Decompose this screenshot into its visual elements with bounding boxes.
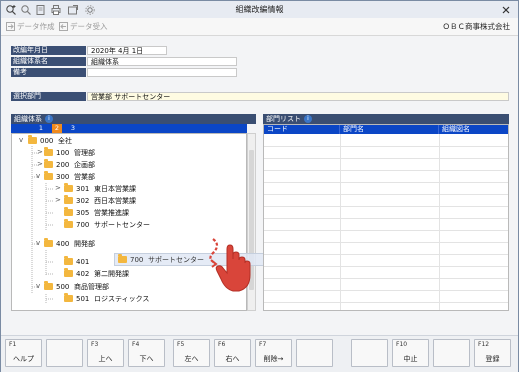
- menu-data-receive[interactable]: データ受入: [70, 21, 108, 32]
- date-label: 改編年月日: [11, 46, 86, 55]
- tree-node-selected[interactable]: 700 サポートセンター: [64, 218, 150, 231]
- tree-node[interactable]: 301 東日本営業課: [64, 182, 136, 195]
- expand-chevron-icon[interactable]: >: [37, 160, 43, 168]
- f7-delete-button[interactable]: F7 削除→: [255, 339, 292, 367]
- system-label: 組織体系名: [11, 57, 86, 66]
- row-divider: [264, 278, 508, 279]
- f12-register-button[interactable]: F12 登録: [474, 339, 511, 367]
- column-divider: [340, 134, 341, 310]
- folder-icon: [44, 170, 53, 180]
- data-create-icon: [6, 22, 15, 31]
- dept-list-header: 部門リスト i: [263, 114, 509, 124]
- folder-icon: [28, 134, 37, 144]
- row-divider: [264, 170, 508, 171]
- folder-icon: [44, 237, 53, 247]
- folder-icon: [44, 280, 53, 290]
- dept-list-title: 部門リスト: [266, 115, 301, 123]
- f4-down-button[interactable]: F4 下へ: [128, 339, 165, 367]
- row-divider: [264, 266, 508, 267]
- row-divider: [264, 302, 508, 303]
- tree-node[interactable]: 400 開発部: [44, 237, 95, 250]
- collapse-chevron-icon[interactable]: v: [36, 282, 40, 290]
- expand-chevron-icon[interactable]: >: [55, 196, 61, 204]
- level-tabs: 1 2 3: [11, 124, 247, 133]
- f8-empty-button[interactable]: [296, 339, 333, 367]
- tree-node[interactable]: 305 営業推進課: [64, 206, 129, 219]
- folder-icon: [64, 182, 73, 192]
- row-divider: [264, 146, 508, 147]
- tab-level-3[interactable]: 3: [68, 124, 78, 133]
- note-field[interactable]: [87, 68, 237, 77]
- company-name: ＯＢＣ商事株式会社: [442, 22, 511, 31]
- selected-dept-field: 営業部 サポートセンター: [87, 92, 509, 101]
- row-divider: [264, 290, 508, 291]
- row-divider: [264, 194, 508, 195]
- system-name-field[interactable]: 組織体系: [87, 57, 237, 66]
- folder-icon: [64, 194, 73, 204]
- tree-node[interactable]: 401: [64, 255, 94, 268]
- drag-hand-cursor-icon: [209, 238, 251, 292]
- tree-node[interactable]: 501 ロジスティックス: [64, 292, 149, 305]
- menu-bar: データ作成 データ受入 ＯＢＣ商事株式会社: [1, 18, 518, 36]
- tree-node[interactable]: 100 管理部: [44, 146, 95, 159]
- dept-label: 選択部門: [11, 92, 86, 101]
- f9-empty-button[interactable]: [351, 339, 388, 367]
- tree-node[interactable]: 000 全社: [28, 134, 72, 147]
- f3-up-button[interactable]: F3 上へ: [87, 339, 124, 367]
- f2-empty-button[interactable]: [46, 339, 83, 367]
- app-window: 組織改編情報 データ作成 データ受入 ＯＢＣ商事株式会社 改編年月日 2020年…: [0, 0, 519, 372]
- function-key-bar: F1 ヘルプ F3 上へ F4 下へ F5 左へ F6 右へ F7 削除→ F10 中止 F1…: [1, 335, 518, 372]
- info-icon[interactable]: i: [45, 115, 53, 123]
- tree-node[interactable]: 300 営業部: [44, 170, 95, 183]
- close-icon[interactable]: [500, 4, 512, 16]
- row-divider: [264, 242, 508, 243]
- title-bar: 組織改編情報: [1, 1, 518, 19]
- row-divider: [264, 158, 508, 159]
- column-header-dept-name[interactable]: 部門名: [340, 125, 439, 134]
- dept-list-table: コード 部門名 組織図名: [263, 124, 509, 311]
- folder-icon: [118, 253, 127, 263]
- tree-node[interactable]: 500 商品管理部: [44, 280, 109, 293]
- folder-icon: [44, 146, 53, 156]
- f1-help-button[interactable]: F1 ヘルプ: [5, 339, 42, 367]
- column-header-chart-name[interactable]: 組織図名: [439, 125, 508, 134]
- tree-panel-title: 組織体系: [14, 115, 42, 123]
- row-divider: [264, 218, 508, 219]
- tree-panel-header: 組織体系 i: [11, 114, 256, 124]
- folder-icon: [64, 292, 73, 302]
- tree-node[interactable]: 302 西日本営業課: [64, 194, 136, 207]
- note-label: 備考: [11, 68, 86, 77]
- window-title: 組織改編情報: [235, 5, 284, 14]
- f11-empty-button[interactable]: [433, 339, 470, 367]
- menu-data-create[interactable]: データ作成: [17, 21, 55, 32]
- row-divider: [264, 206, 508, 207]
- tab-level-1[interactable]: 1: [36, 124, 46, 133]
- folder-icon: [64, 206, 73, 216]
- row-divider: [264, 230, 508, 231]
- tree-node[interactable]: 200 企画部: [44, 158, 95, 171]
- column-divider: [439, 134, 440, 310]
- data-receive-icon: [59, 22, 68, 31]
- row-divider: [264, 182, 508, 183]
- date-field[interactable]: 2020年 4月 1日: [87, 46, 167, 55]
- collapse-chevron-icon[interactable]: v: [19, 136, 23, 144]
- collapse-chevron-icon[interactable]: v: [36, 239, 40, 247]
- info-icon[interactable]: i: [304, 115, 312, 123]
- folder-icon: [64, 267, 73, 277]
- f6-right-button[interactable]: F6 右へ: [214, 339, 251, 367]
- expand-chevron-icon[interactable]: >: [55, 184, 61, 192]
- row-divider: [264, 254, 508, 255]
- tree-node[interactable]: 402 第二開発課: [64, 267, 129, 280]
- f10-cancel-button[interactable]: F10 中止: [392, 339, 429, 367]
- folder-icon: [64, 255, 73, 265]
- tab-level-2[interactable]: 2: [52, 124, 62, 133]
- folder-icon: [44, 158, 53, 168]
- collapse-chevron-icon[interactable]: v: [36, 172, 40, 180]
- expand-chevron-icon[interactable]: >: [37, 148, 43, 156]
- f5-left-button[interactable]: F5 左へ: [173, 339, 210, 367]
- column-header-code[interactable]: コード: [264, 125, 340, 134]
- folder-icon: [64, 218, 73, 228]
